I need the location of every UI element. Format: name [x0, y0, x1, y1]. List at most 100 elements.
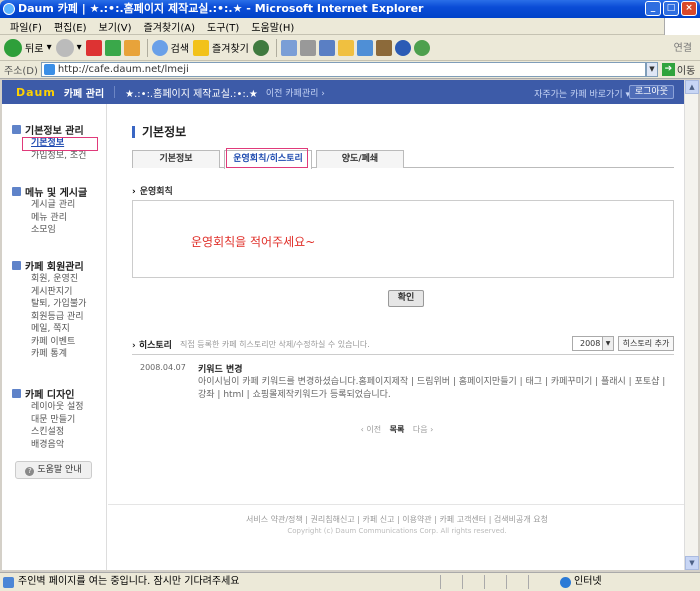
help-button[interactable]: ? 도움말 안내: [15, 461, 92, 479]
media-icon[interactable]: [394, 39, 411, 56]
sidebar-group-members: 카페 회원관리 회원, 운영진 게시판지기 탈퇴, 가입불가 회원등급 관리 메…: [12, 258, 86, 361]
next-page-link[interactable]: 다음 ›: [413, 425, 433, 434]
window-titlebar: Daum 카페 | ★.:•:.홈페이지 제작교실.:•:.★ - Micros…: [0, 0, 700, 18]
sidebar-item-join-info[interactable]: 가입정보, 조건: [12, 150, 86, 163]
menu-icon: [12, 187, 21, 196]
globe-icon: [560, 577, 571, 588]
print-icon[interactable]: [299, 39, 316, 56]
sidebar-item-members[interactable]: 회원, 운영진: [12, 273, 86, 286]
home-icon[interactable]: [123, 39, 140, 56]
scroll-up-icon[interactable]: ▲: [685, 80, 699, 94]
messenger-icon[interactable]: [356, 39, 373, 56]
sidebar-item-grades[interactable]: 회원등급 관리: [12, 311, 86, 324]
tab-rules-history[interactable]: 운영회칙/히스토리: [224, 150, 312, 169]
prev-admin-link[interactable]: 이전 카페관리 ›: [266, 86, 325, 99]
back-arrow-icon: [4, 38, 22, 57]
toolbar: 뒤로 ▾ ▾ 검색 즐겨찾기 연결: [0, 35, 700, 61]
basic-info-icon: [12, 125, 21, 134]
page-title: 기본정보: [132, 126, 186, 138]
scroll-down-icon[interactable]: ▼: [685, 556, 699, 570]
tab-transfer-close[interactable]: 양도/폐쇄: [316, 150, 404, 168]
sidebar-group-title: 기본정보 관리: [25, 126, 84, 137]
members-icon: [12, 261, 21, 270]
sidebar-item-events[interactable]: 카페 이벤트: [12, 336, 86, 349]
sidebar-item-skin[interactable]: 스킨설정: [12, 426, 84, 439]
sidebar-item-menus[interactable]: 메뉴 관리: [12, 212, 87, 225]
minimize-button[interactable]: _: [645, 1, 661, 16]
sidebar-item-posts[interactable]: 게시글 관리: [12, 199, 87, 212]
history-desc: 직접 등록한 카페 히스토리만 삭제/수정하실 수 있습니다.: [180, 340, 370, 349]
star-icon: [193, 39, 210, 56]
vertical-scrollbar[interactable]: ▲ ▼: [684, 80, 699, 570]
go-arrow-icon: ➔: [661, 63, 675, 76]
menu-file[interactable]: 파일(F): [4, 19, 48, 34]
forward-arrow-icon: [55, 38, 74, 57]
add-history-button[interactable]: 히스토리 추가: [618, 336, 674, 351]
menu-edit[interactable]: 편집(E): [48, 19, 93, 34]
address-input[interactable]: http://cafe.daum.net/lmeji: [40, 62, 646, 77]
logout-button[interactable]: 로그아웃: [628, 85, 674, 99]
rules-text: 운영회칙을 적어주세요~: [191, 235, 316, 249]
loading-page-icon: [3, 577, 14, 588]
edit-icon[interactable]: [318, 39, 335, 56]
status-text: 주인벽 페이지를 여는 중입니다. 잠시만 기다려주세요: [18, 576, 240, 587]
search-icon: [151, 39, 168, 56]
history-date: 2008.04.07: [140, 363, 186, 372]
users-icon[interactable]: [413, 39, 430, 56]
footer-links[interactable]: 서비스 약관/정책 | 권리침해신고 | 카페 신고 | 이용약관 | 카페 고…: [108, 514, 686, 525]
folder-icon[interactable]: [337, 39, 354, 56]
history-icon[interactable]: [252, 39, 269, 56]
prev-page-link[interactable]: ‹ 이전: [361, 425, 381, 434]
confirm-button[interactable]: 확인: [388, 290, 424, 307]
daum-logo[interactable]: Daum: [16, 86, 56, 99]
admin-sidebar: 기본정보 관리 기본정보 가입정보, 조건 메뉴 및 게시글 게시글 관리 메뉴…: [2, 104, 107, 570]
menu-tools[interactable]: 도구(T): [201, 19, 245, 34]
sidebar-item-withdraw[interactable]: 탈퇴, 가입불가: [12, 298, 86, 311]
list-link[interactable]: 목록: [390, 425, 405, 434]
favorites-button[interactable]: 즐겨찾기: [193, 39, 249, 56]
copyright: Copyright (c) Daum Communications Corp. …: [287, 527, 507, 535]
cafe-name[interactable]: ★.:•:.홈페이지 제작교실.:•:.★: [125, 85, 258, 100]
sidebar-item-clubs[interactable]: 소모임: [12, 224, 87, 237]
quick-cafe-dropdown[interactable]: 자주가는 카페 바로가기 ▾: [534, 87, 630, 100]
maximize-button[interactable]: □: [663, 1, 679, 16]
window-title: Daum 카페 | ★.:•:.홈페이지 제작교실.:•:.★ - Micros…: [18, 2, 424, 15]
refresh-icon[interactable]: [104, 39, 121, 56]
sidebar-item-stats[interactable]: 카페 통계: [12, 348, 86, 361]
sidebar-group-title: 카페 회원관리: [25, 262, 84, 273]
page-viewport: Daum 카페 관리 ★.:•:.홈페이지 제작교실.:•:.★ 이전 카페관리…: [2, 80, 686, 570]
cafe-admin-title[interactable]: 카페 관리: [64, 85, 104, 100]
tab-basic-info[interactable]: 기본정보: [132, 150, 220, 168]
menu-view[interactable]: 보기(V): [93, 19, 138, 34]
connect-button[interactable]: 연결: [674, 39, 692, 54]
sidebar-item-bgm[interactable]: 배경음악: [12, 439, 84, 452]
pagination: ‹ 이전 목록 다음 ›: [108, 424, 686, 435]
sidebar-item-mail[interactable]: 메일, 쪽지: [12, 323, 86, 336]
history-entry-title: 키워드 변경: [198, 365, 243, 375]
windows-logo-icon: [664, 18, 700, 35]
sidebar-group-menu: 메뉴 및 게시글 게시글 관리 메뉴 관리 소모임: [12, 184, 87, 237]
year-select[interactable]: 2008 ▼: [572, 336, 614, 351]
sidebar-item-front-page[interactable]: 대문 만들기: [12, 414, 84, 427]
stop-icon[interactable]: [85, 39, 102, 56]
sidebar-group-design: 카페 디자인 레이아웃 설정 대문 만들기 스킨설정 배경음악: [12, 386, 84, 451]
history-entry-text: 아이시님이 카페 키워드를 변경하셨습니다.홈페이지제작 | 드림위버 | 홈페…: [198, 377, 666, 400]
research-icon[interactable]: [375, 39, 392, 56]
sidebar-item-layout[interactable]: 레이아웃 설정: [12, 401, 84, 414]
close-button[interactable]: ×: [681, 1, 697, 16]
menu-favorites[interactable]: 즐겨찾기(A): [138, 19, 201, 34]
go-button[interactable]: ➔ 이동: [661, 62, 695, 77]
forward-button[interactable]: ▾: [55, 38, 82, 57]
mail-icon[interactable]: [280, 39, 297, 56]
rules-textarea[interactable]: 운영회칙을 적어주세요~: [132, 200, 674, 278]
back-button[interactable]: 뒤로 ▾: [4, 38, 52, 57]
cafe-header: Daum 카페 관리 ★.:•:.홈페이지 제작교실.:•:.★ 이전 카페관리…: [2, 80, 686, 104]
page-icon: [43, 64, 55, 75]
sidebar-group-title: 메뉴 및 게시글: [25, 188, 88, 199]
address-dropdown[interactable]: ▼: [645, 62, 658, 77]
history-header: › 히스토리 직접 등록한 카페 히스토리만 삭제/수정하실 수 있습니다. 2…: [132, 336, 674, 352]
history-title: › 히스토리: [132, 341, 172, 351]
sidebar-item-board-keepers[interactable]: 게시판지기: [12, 286, 86, 299]
search-button[interactable]: 검색: [151, 39, 189, 56]
menu-help[interactable]: 도움말(H): [245, 19, 300, 34]
